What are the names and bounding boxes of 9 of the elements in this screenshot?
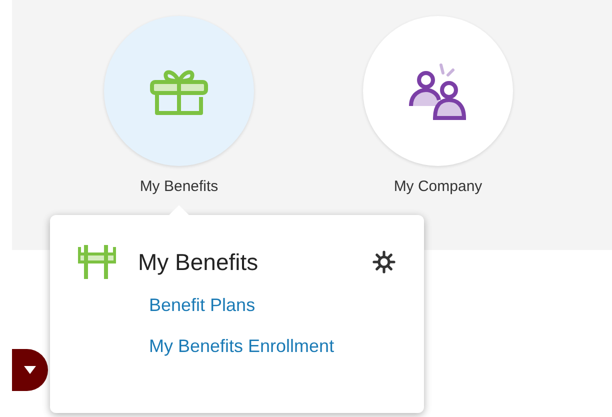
caret-icon: [24, 366, 36, 374]
menu-link[interactable]: Benefit Plans: [149, 292, 256, 318]
dropdown-button[interactable]: [12, 349, 48, 391]
settings-icon[interactable]: [372, 250, 396, 274]
tile-label: My Company: [394, 177, 482, 197]
popup-title: My Benefits: [138, 248, 260, 277]
tile-label: My Benefits: [140, 177, 218, 197]
people-icon: [408, 62, 468, 120]
menu-link[interactable]: My Benefits Enrollment: [149, 332, 334, 360]
